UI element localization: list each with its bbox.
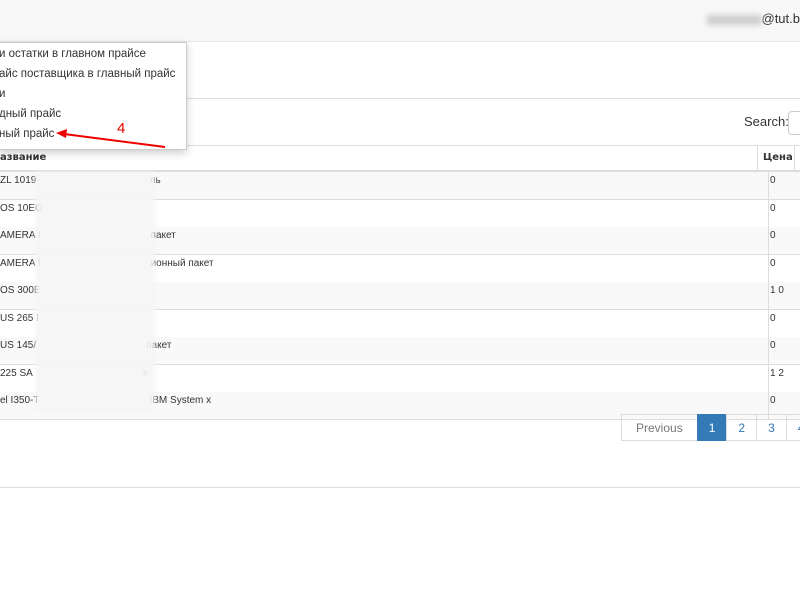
annotation-arrow (56, 129, 166, 148)
annotation-label: 4 (117, 120, 126, 137)
